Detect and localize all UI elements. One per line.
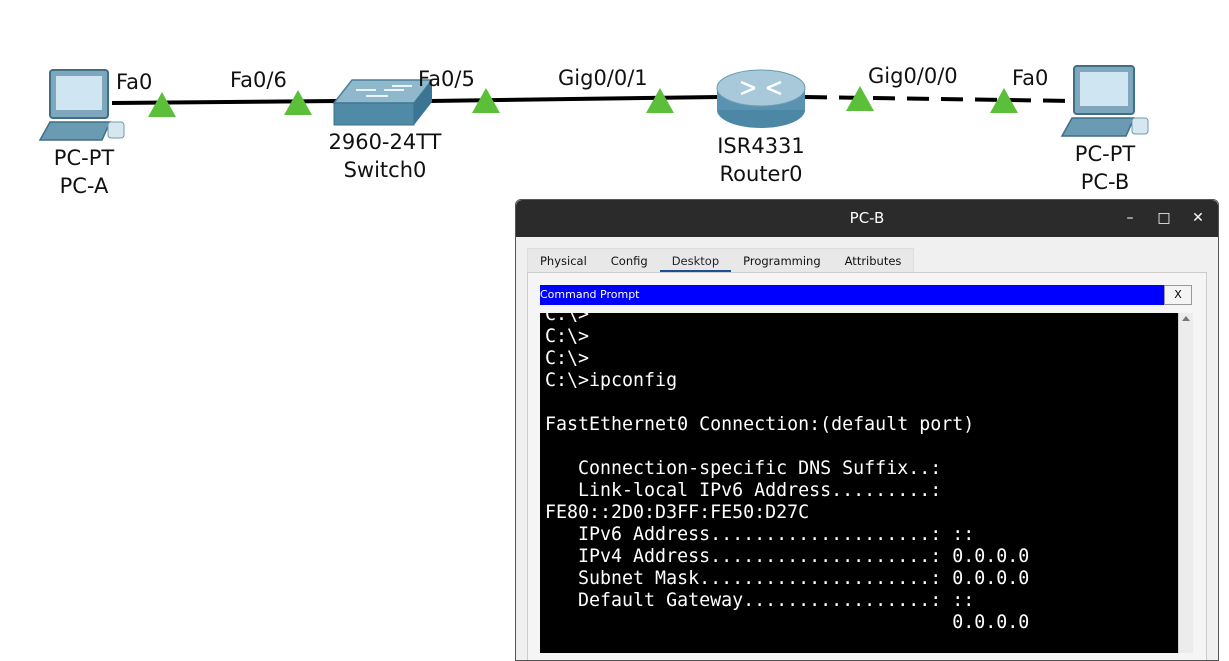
pc-a-model: PC-PT [53,146,115,170]
link-switch-router[interactable] [429,95,721,103]
pc-a-name: PC-A [59,174,109,198]
tab-desktop[interactable]: Desktop [659,249,732,274]
port-label-pca-fa0: Fa0 [116,70,153,94]
scroll-up-icon[interactable] [1182,316,1190,321]
command-prompt-titlebar: Command Prompt [540,285,1164,305]
port-label-switch-fa0-6: Fa0/6 [230,68,287,92]
tab-config[interactable]: Config [599,249,660,273]
switch-model: 2960-24TT [328,130,442,154]
pc-a-icon[interactable] [38,69,125,141]
port-label-switch-fa0-5: Fa0/5 [418,67,475,91]
tab-bar: Physical Config Desktop Programming Attr… [527,248,915,274]
pc-b-icon[interactable] [1060,65,1149,137]
router-name: Router0 [719,162,803,186]
pc-b-label: PC-PT PC-B [1065,140,1145,196]
pc-b-model: PC-PT [1074,142,1136,166]
tab-programming[interactable]: Programming [731,249,833,273]
close-icon[interactable]: ✕ [1188,208,1208,228]
port-label-pcb-fa0: Fa0 [1012,66,1049,90]
minimize-icon[interactable]: – [1120,208,1140,228]
terminal-scrollbar[interactable] [1178,313,1193,653]
router-model: ISR4331 [717,134,805,158]
port-label-router-gig0-0-1: Gig0/0/1 [558,66,648,90]
terminal-text: C:\> C:\> C:\> C:\>ipconfig FastEthernet… [545,313,1030,633]
pc-b-window: PC-B – □ ✕ Physical Config Desktop Progr… [515,199,1219,661]
window-title: PC-B [849,209,885,227]
maximize-icon[interactable]: □ [1154,208,1174,228]
command-prompt-close-button[interactable]: X [1164,285,1192,305]
port-label-router-gig0-0-0: Gig0/0/0 [868,64,958,88]
router-icon[interactable] [716,69,806,128]
pc-a-label: PC-PT PC-A [44,144,124,200]
switch-name: Switch0 [343,158,427,182]
command-prompt-title: Command Prompt [540,288,640,301]
desktop-panel: Command Prompt X C:\> C:\> C:\> C:\>ipco… [527,272,1207,660]
switch-label: 2960-24TT Switch0 [315,128,455,184]
window-titlebar[interactable]: PC-B – □ ✕ [516,200,1218,237]
link-indicator [646,88,674,113]
pc-b-name: PC-B [1080,170,1130,194]
link-router-pcb[interactable] [804,95,1076,103]
tab-attributes[interactable]: Attributes [833,249,914,273]
terminal-output[interactable]: C:\> C:\> C:\> C:\>ipconfig FastEthernet… [540,313,1178,653]
router-label: ISR4331 Router0 [701,132,821,188]
tab-physical[interactable]: Physical [528,249,599,273]
